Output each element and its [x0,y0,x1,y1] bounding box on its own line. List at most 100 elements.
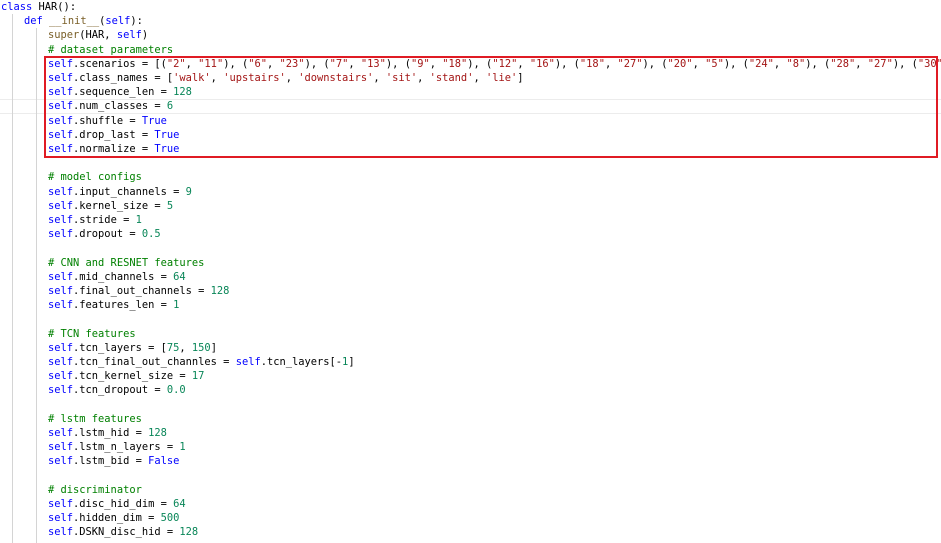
code-token-plain: , [185,57,199,70]
code-token-plain: .hidden_dim = [73,512,161,525]
code-token-plain: , [429,57,443,70]
code-token-self: self [48,356,74,368]
code-line[interactable]: self.tcn_layers = [75, 150] [48,341,217,355]
code-line[interactable]: self.shuffle = True [48,114,167,128]
code-token-str: "18" [579,57,605,70]
code-line[interactable]: self.lstm_n_layers = 1 [48,440,186,454]
code-token-str: "6" [248,57,268,70]
code-line[interactable]: # CNN and RESNET features [48,256,204,270]
code-line[interactable]: # dataset parameters [48,43,173,57]
code-token-self: self [48,185,74,198]
code-line[interactable]: self.drop_last = True [48,128,179,142]
code-token-num: 17 [191,370,205,383]
code-line[interactable]: self.lstm_hid = 128 [48,426,167,440]
code-token-str: "12" [492,57,518,70]
code-line[interactable]: # model configs [48,170,142,184]
code-token-num: 128 [173,86,192,99]
code-token-plain: , [692,57,706,70]
code-token-plain: HAR(): [32,1,77,13]
code-token-self: self [48,341,74,354]
code-token-plain: ), ( [223,57,249,70]
code-line[interactable]: class HAR(): [1,0,76,14]
code-token-self: self [48,370,74,383]
code-line[interactable]: self.disc_hid_dim = 64 [48,497,186,511]
code-token-self: self [235,356,261,368]
code-token-plain: ), ( [385,57,411,70]
code-line[interactable]: self.hidden_dim = 500 [48,511,179,525]
code-line[interactable]: self.dropout = 0.5 [48,227,161,241]
code-token-str: 'upstairs' [223,72,286,84]
code-token-self: self [48,143,74,155]
code-token-plain: ), ( [805,57,831,70]
code-token-self: self [48,512,74,525]
code-token-num: 500 [160,512,180,525]
code-token-self: self [48,455,74,468]
code-line[interactable]: self.input_channels = 9 [48,185,192,199]
code-token-self: self [48,114,74,127]
code-token-plain: .tcn_layers[- [260,356,343,368]
code-token-plain: , [517,57,530,70]
code-token-cmt: # dataset parameters [48,43,174,56]
code-token-str: 'sit' [385,72,418,84]
code-token-plain: , [285,72,299,84]
code-line[interactable]: self.num_classes = 6 [48,99,173,113]
code-token-self: self [116,29,142,42]
code-token-plain: , [373,72,386,84]
code-token-str: "18" [442,57,468,70]
code-line[interactable]: self.tcn_final_out_channles = self.tcn_l… [48,355,355,369]
code-token-str: 'stand' [429,72,474,84]
code-token-num: 0.0 [166,384,186,397]
code-token-plain: ) [141,29,149,42]
code-line[interactable]: # discriminator [48,483,142,497]
code-line[interactable]: self.scenarios = [("2", "11"), ("6", "23… [48,57,941,71]
code-line[interactable]: self.kernel_size = 5 [48,199,173,213]
code-token-str: "30" [917,57,941,70]
code-token-num: 5 [166,199,174,212]
code-token-cmt: # CNN and RESNET features [48,256,205,269]
code-editor[interactable]: class HAR(): def __init__(self): super(HAR… [0,0,941,543]
code-line[interactable]: self.tcn_dropout = 0.0 [48,383,186,397]
code-token-self: self [48,384,74,397]
indent-guide [36,28,37,543]
code-token-plain: , [267,57,280,70]
code-line[interactable]: super(HAR, self) [48,28,148,42]
code-line[interactable]: self.sequence_len = 128 [48,85,192,99]
code-token-kw: def [24,15,43,28]
code-token-str: 'lie' [485,72,518,84]
code-line[interactable]: self.stride = 1 [48,213,142,227]
code-token-plain: .input_channels = [73,185,186,198]
code-line[interactable]: def __init__(self): [24,14,143,28]
code-token-self: self [105,15,131,28]
code-token-self: self [48,285,74,297]
code-line[interactable]: self.DSKN_disc_hid = 128 [48,525,198,539]
code-token-num: 6 [166,100,174,113]
code-token-self: self [48,100,74,113]
code-token-plain: .scenarios = [( [73,57,167,70]
code-token-plain: , [473,72,486,84]
code-token-str: "5" [705,57,724,70]
code-token-plain: ), ( [467,57,493,70]
code-token-plain: ), ( [304,57,330,70]
code-line[interactable]: self.tcn_kernel_size = 17 [48,369,204,383]
code-line[interactable]: self.class_names = ['walk', 'upstairs', … [48,71,524,85]
code-token-plain: ), ( [723,57,749,70]
code-token-fn: super [48,29,80,42]
code-line[interactable]: self.mid_channels = 64 [48,270,186,284]
code-line[interactable]: # TCN features [48,327,136,341]
code-line[interactable]: self.features_len = 1 [48,298,179,312]
code-token-plain: .drop_last = [73,128,155,141]
code-token-plain: (HAR, [79,29,117,42]
code-token-num: 0.5 [141,228,161,241]
code-token-plain: , [773,57,787,70]
code-line[interactable]: self.lstm_bid = False [48,454,179,468]
code-token-plain: , [417,72,430,84]
code-token-plain: .num_classes = [73,100,167,113]
code-token-plain: .tcn_kernel_size = [73,370,192,383]
code-line[interactable]: self.normalize = True [48,142,179,156]
code-line[interactable]: # lstm features [48,412,142,426]
code-line[interactable]: self.final_out_channels = 128 [48,284,229,298]
code-token-plain: ), ( [554,57,580,70]
code-token-fn: __init__ [49,15,100,28]
code-token-plain: .tcn_dropout = [73,384,167,397]
code-token-self: self [48,441,74,454]
